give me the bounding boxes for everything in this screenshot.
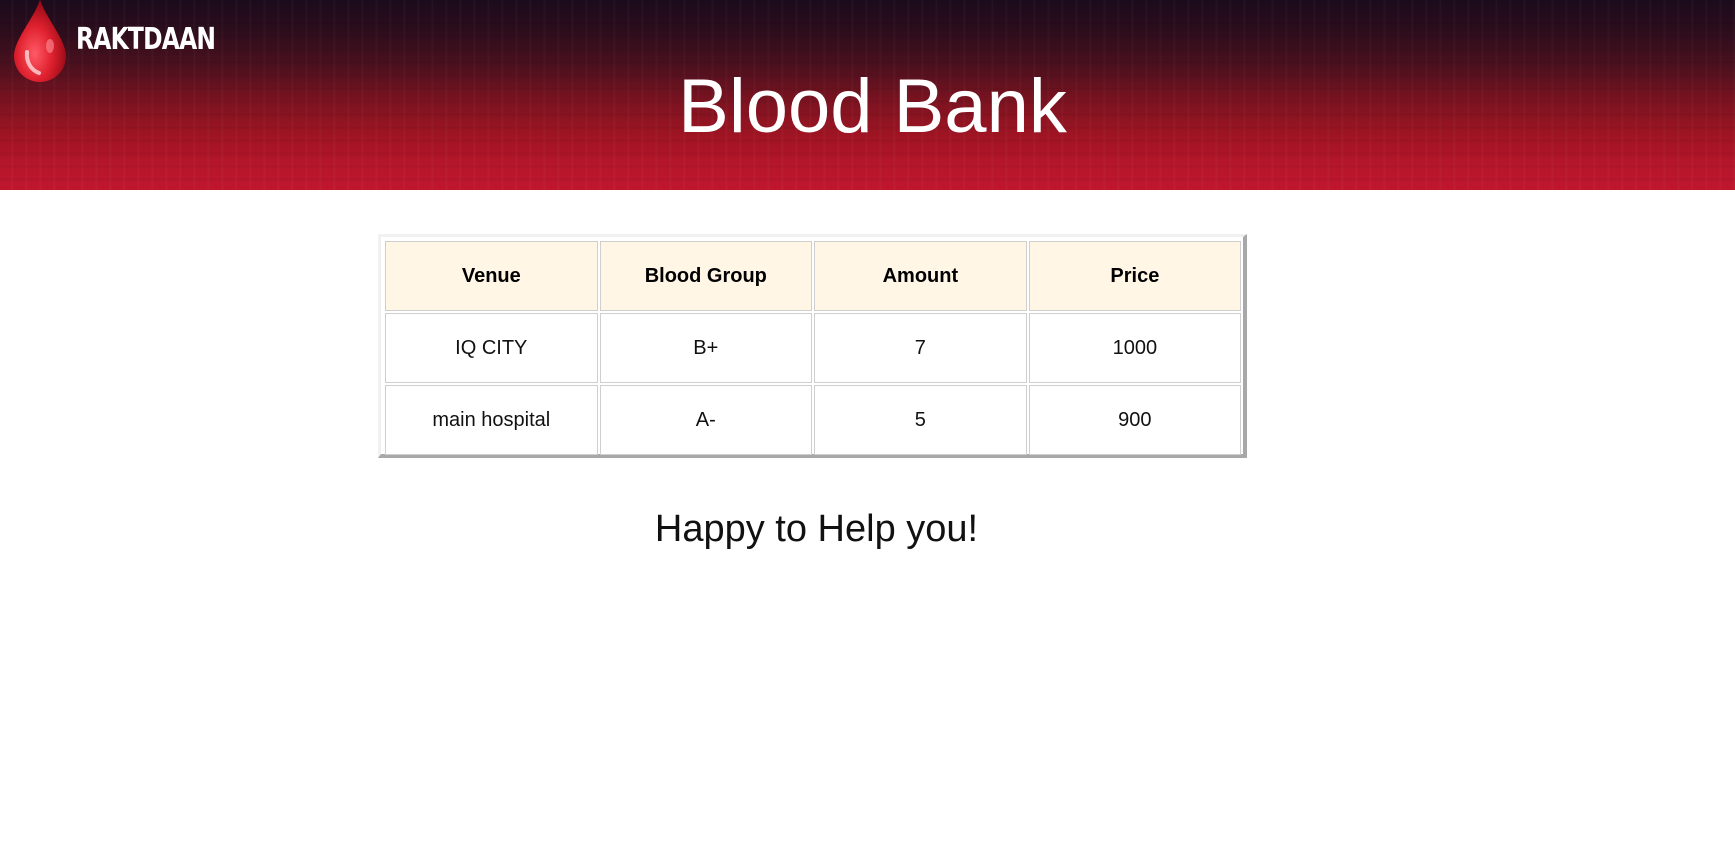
cell-blood-group: A- xyxy=(599,385,813,455)
table-header-row: Venue Blood Group Amount Price xyxy=(385,241,1241,311)
column-header-venue: Venue xyxy=(385,241,598,311)
cell-venue: IQ CITY xyxy=(385,313,598,383)
header-banner: RAKTDAAN Blood Bank xyxy=(0,0,1735,190)
blood-stock-table-frame: Venue Blood Group Amount Price IQ CITY B… xyxy=(378,234,1247,458)
cell-venue: main hospital xyxy=(385,385,598,455)
cell-amount: 5 xyxy=(814,385,1027,455)
logo-text: RAKTDAAN xyxy=(76,21,216,57)
column-header-price: Price xyxy=(1028,241,1241,311)
table-row: main hospital A- 5 900 xyxy=(385,385,1241,455)
help-message: Happy to Help you! xyxy=(654,508,979,550)
cell-amount: 7 xyxy=(814,313,1027,383)
cell-price: 1000 xyxy=(1028,313,1241,383)
blood-stock-table: Venue Blood Group Amount Price IQ CITY B… xyxy=(383,239,1243,457)
cell-price: 900 xyxy=(1028,385,1241,455)
page-title: Blood Bank xyxy=(678,64,1067,149)
column-header-amount: Amount xyxy=(814,241,1027,311)
cell-blood-group: B+ xyxy=(599,313,813,383)
table-row: IQ CITY B+ 7 1000 xyxy=(385,313,1241,383)
column-header-blood-group: Blood Group xyxy=(599,241,813,311)
